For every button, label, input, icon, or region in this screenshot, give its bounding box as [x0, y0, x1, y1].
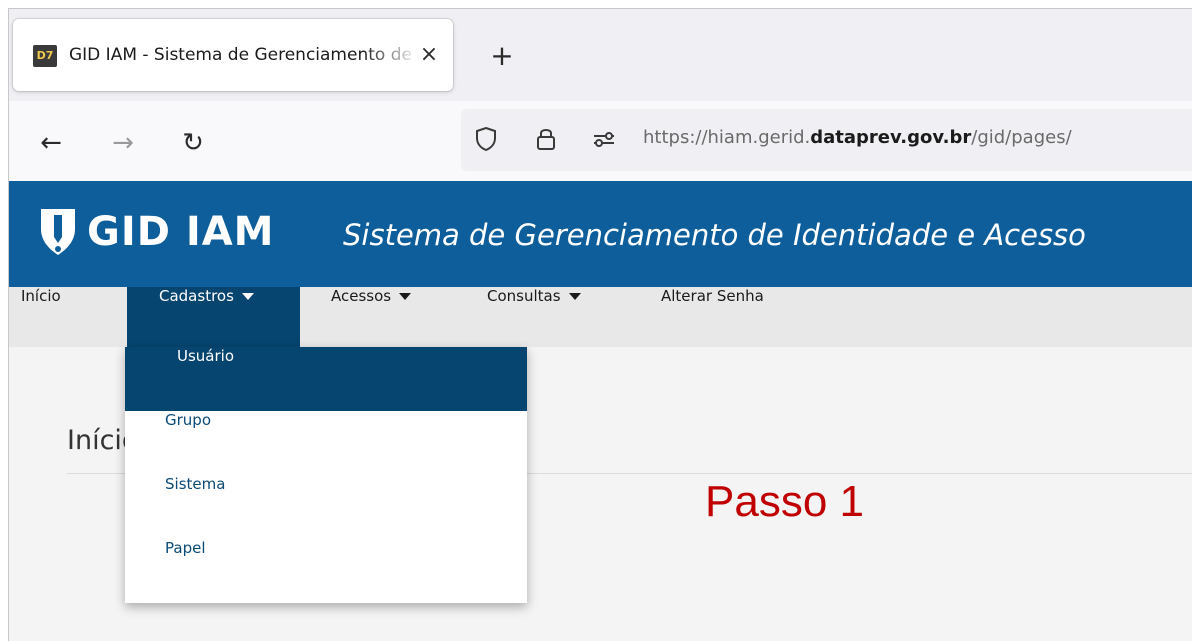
- dropdown-item-label: Papel: [165, 539, 206, 557]
- lock-icon[interactable]: [531, 123, 561, 155]
- cadastros-dropdown: Usuário Grupo Sistema Papel: [125, 347, 527, 603]
- menu-item-label: Acessos: [331, 287, 392, 305]
- tracking-protection-shield-icon[interactable]: [471, 123, 501, 155]
- tab-title: GID IAM - Sistema de Gerenciamento de Id…: [69, 45, 419, 65]
- menu-item-alterar-senha[interactable]: Alterar Senha: [661, 287, 764, 347]
- caret-down-icon: [568, 293, 581, 300]
- browser-tab[interactable]: D7 GID IAM - Sistema de Gerenciamento de…: [13, 19, 453, 91]
- url-domain: dataprev.gov.br: [810, 127, 972, 148]
- dropdown-item-sistema[interactable]: Sistema: [125, 475, 527, 539]
- url-prefix: https://hiam.gerid.: [643, 127, 811, 148]
- menu-item-acessos[interactable]: Acessos: [331, 287, 412, 347]
- dropdown-item-usuario[interactable]: Usuário: [125, 347, 527, 411]
- new-tab-button[interactable]: +: [487, 41, 517, 71]
- menu-item-label: Consultas: [487, 287, 561, 305]
- browser-window: D7 GID IAM - Sistema de Gerenciamento de…: [8, 8, 1192, 641]
- menu-item-label: Cadastros: [159, 287, 234, 305]
- caret-down-icon: [399, 293, 412, 300]
- dropdown-item-papel[interactable]: Papel: [125, 539, 527, 603]
- back-icon[interactable]: ←: [33, 125, 69, 161]
- reload-icon[interactable]: ↻: [175, 125, 211, 161]
- menu-item-consultas[interactable]: Consultas: [487, 287, 581, 347]
- menu-item-cadastros[interactable]: Cadastros: [127, 287, 300, 347]
- dropdown-item-grupo[interactable]: Grupo: [125, 411, 527, 475]
- dropdown-item-label: Grupo: [165, 411, 211, 429]
- step-annotation: Passo 1: [705, 477, 864, 526]
- permissions-icon[interactable]: [589, 123, 619, 155]
- caret-down-icon: [241, 293, 254, 300]
- site-subtitle: Sistema de Gerenciamento de Identidade e…: [343, 218, 1086, 252]
- dropdown-item-label: Sistema: [165, 475, 226, 493]
- site-header: GID IAM Sistema de Gerenciamento de Iden…: [9, 181, 1192, 287]
- url-path: /gid/pages/: [971, 127, 1072, 148]
- menu-item-label: Início: [21, 287, 61, 305]
- main-menu: Início Cadastros Acessos Consultas Alter…: [9, 287, 1192, 347]
- url-text[interactable]: https://hiam.gerid.dataprev.gov.br/gid/p…: [643, 127, 1072, 148]
- forward-icon[interactable]: →: [105, 125, 141, 161]
- menu-item-label: Alterar Senha: [661, 287, 764, 305]
- menu-item-inicio[interactable]: Início: [21, 287, 61, 347]
- navigation-toolbar: ← → ↻ https://hiam.gerid.dataprev.gov.br…: [9, 101, 1192, 182]
- close-tab-icon[interactable]: ×: [417, 41, 441, 69]
- tab-strip: D7 GID IAM - Sistema de Gerenciamento de…: [9, 9, 1192, 101]
- shield-logo-icon: [41, 209, 75, 255]
- site-favicon-icon: D7: [33, 45, 57, 67]
- logo-text: GID IAM: [87, 209, 275, 255]
- dropdown-item-label: Usuário: [177, 347, 235, 365]
- address-bar[interactable]: https://hiam.gerid.dataprev.gov.br/gid/p…: [461, 109, 1192, 171]
